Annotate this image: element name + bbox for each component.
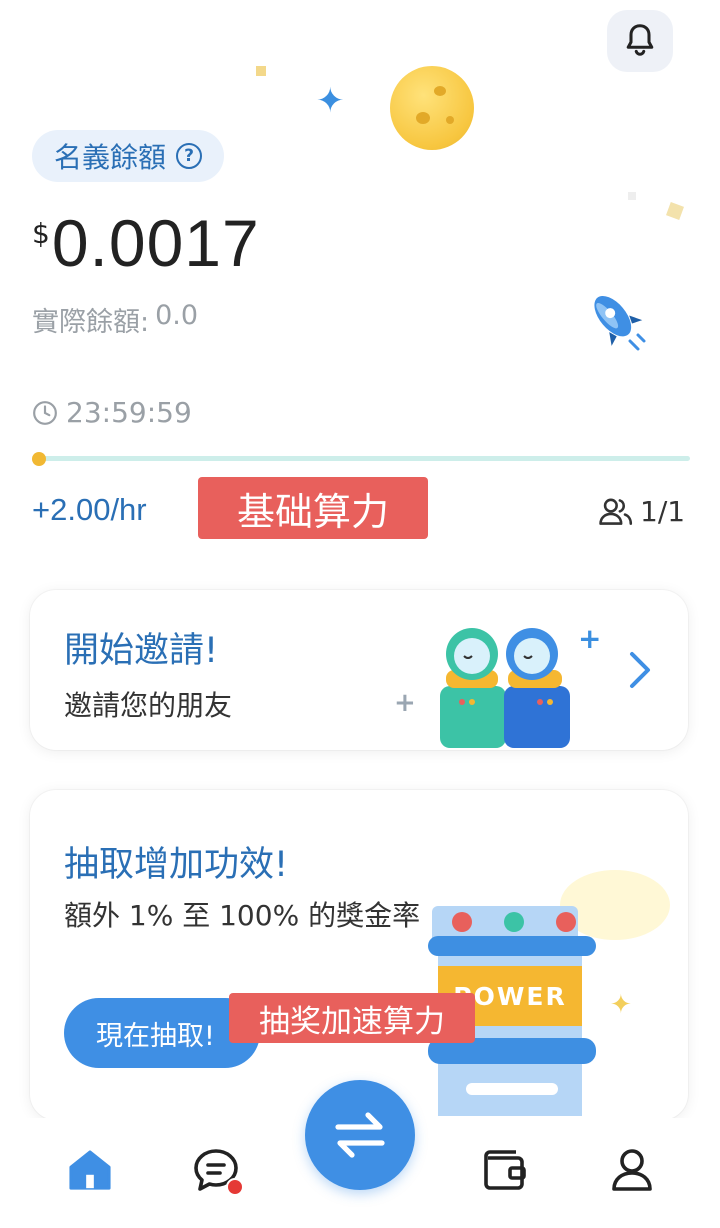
clock-icon	[33, 400, 57, 425]
moon-illustration	[390, 66, 474, 150]
invite-title: 開始邀請!	[64, 631, 219, 671]
machine-light-red	[452, 912, 472, 932]
chat-notification-badge	[226, 1178, 244, 1196]
actual-balance-label: 實際餘額:	[32, 307, 150, 338]
balance-display: $ 0.0017	[32, 205, 260, 281]
swap-button[interactable]	[305, 1080, 415, 1190]
star-decoration	[256, 66, 266, 76]
machine-cap	[428, 936, 596, 956]
team-count-text: 1/1	[640, 495, 686, 528]
bell-icon	[626, 24, 654, 56]
invite-subtitle: 邀請您的朋友	[64, 689, 233, 722]
nominal-balance-label: 名義餘額 ?	[32, 130, 225, 182]
mining-progress-knob	[32, 452, 46, 466]
notification-button[interactable]	[607, 10, 673, 72]
mining-rate: +2.00/hr	[32, 492, 147, 527]
plus-decoration: +	[394, 688, 416, 718]
profile-icon	[612, 1149, 652, 1191]
machine-light-red	[556, 912, 576, 932]
nav-home[interactable]	[60, 1140, 120, 1200]
machine-slot	[466, 1083, 558, 1095]
home-icon	[69, 1150, 111, 1190]
machine-light-teal	[504, 912, 524, 932]
boost-subtitle: 額外 1% 至 100% 的獎金率	[64, 899, 421, 932]
mining-timer: 23:59:59	[32, 396, 192, 429]
wallet-icon	[484, 1150, 526, 1190]
lottery-power-annotation: 抽奖加速算力	[229, 993, 475, 1043]
users-icon	[599, 498, 633, 525]
currency-symbol: $	[32, 217, 50, 250]
star-decoration	[666, 202, 684, 220]
timer-text: 23:59:59	[66, 396, 192, 429]
star-decoration: ✦	[610, 990, 632, 1020]
team-count[interactable]: 1/1	[598, 495, 685, 528]
star-decoration	[628, 192, 636, 200]
swap-arrows-icon	[335, 1112, 385, 1158]
balance-amount: 0.0017	[51, 206, 260, 280]
chevron-right-icon[interactable]	[622, 648, 658, 692]
mining-progress-bar	[38, 456, 690, 461]
rocket-icon[interactable]	[582, 285, 650, 355]
friends-illustration	[440, 628, 570, 748]
boost-title: 抽取增加功效!	[64, 845, 289, 885]
nav-profile[interactable]	[602, 1140, 662, 1200]
help-icon[interactable]: ?	[176, 143, 203, 169]
nav-wallet[interactable]	[476, 1140, 536, 1200]
actual-balance: 實際餘額: 0.0	[32, 300, 198, 339]
plus-decoration: +	[578, 622, 602, 655]
base-power-annotation: 基础算力	[198, 477, 428, 539]
nominal-balance-text: 名義餘額	[54, 141, 167, 174]
sparkle-icon: ✦	[316, 81, 345, 121]
actual-balance-value: 0.0	[155, 300, 199, 331]
